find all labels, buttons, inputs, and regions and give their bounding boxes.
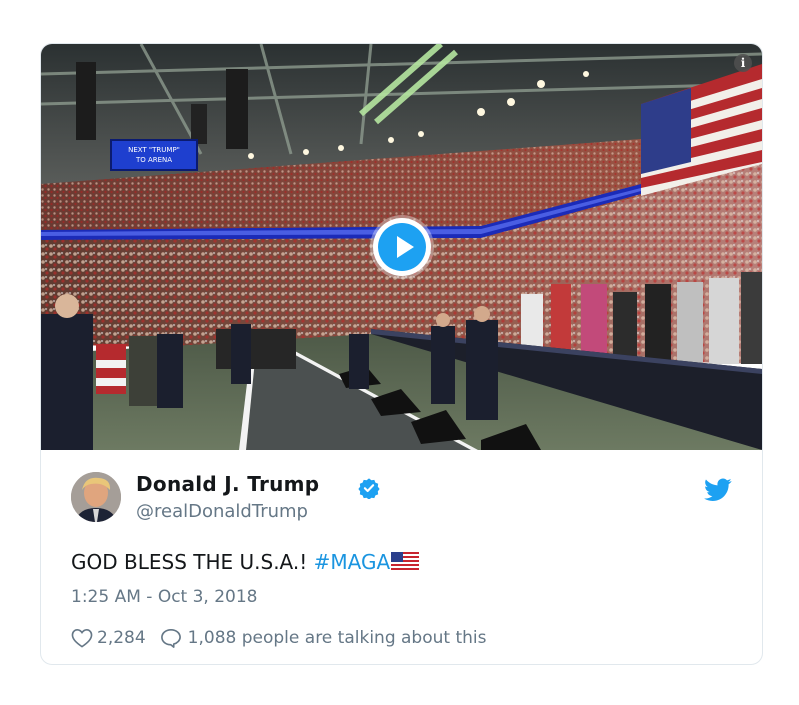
heart-icon[interactable] bbox=[71, 628, 93, 648]
verified-badge-icon bbox=[358, 478, 380, 499]
play-icon bbox=[378, 223, 426, 271]
hashtag-link[interactable]: #MAGA bbox=[314, 550, 391, 574]
engagement-bar: 2,284 1,088 people are talking about thi… bbox=[71, 628, 486, 648]
twitter-bird-icon[interactable] bbox=[704, 478, 732, 502]
tweet-text: GOD BLESS THE U.S.A.! #MAGA bbox=[71, 550, 420, 574]
avatar[interactable] bbox=[71, 472, 121, 522]
tweet-body: Donald J. Trump @realDonaldTrump GOD BLE… bbox=[41, 450, 762, 664]
likes-count[interactable]: 2,284 bbox=[97, 628, 146, 648]
tweet-text-main: GOD BLESS THE U.S.A.! bbox=[71, 550, 314, 574]
speech-bubble-icon[interactable] bbox=[160, 628, 182, 648]
info-icon[interactable]: i bbox=[734, 54, 752, 72]
conversation-link[interactable]: 1,088 people are talking about this bbox=[188, 628, 487, 648]
us-flag-emoji bbox=[391, 552, 420, 572]
scoreboard-line-2: TO ARENA bbox=[135, 156, 172, 164]
embedded-tweet-card[interactable]: NEXT "TRUMP" TO ARENA i Donald J. Trump … bbox=[40, 43, 763, 665]
author-handle[interactable]: @realDonaldTrump bbox=[136, 501, 308, 522]
play-button[interactable] bbox=[373, 218, 431, 276]
author-name[interactable]: Donald J. Trump bbox=[136, 472, 319, 496]
video-thumbnail[interactable]: NEXT "TRUMP" TO ARENA i bbox=[41, 44, 762, 450]
scoreboard-line-1: NEXT "TRUMP" bbox=[128, 146, 180, 154]
timestamp[interactable]: 1:25 AM - Oct 3, 2018 bbox=[71, 587, 258, 607]
